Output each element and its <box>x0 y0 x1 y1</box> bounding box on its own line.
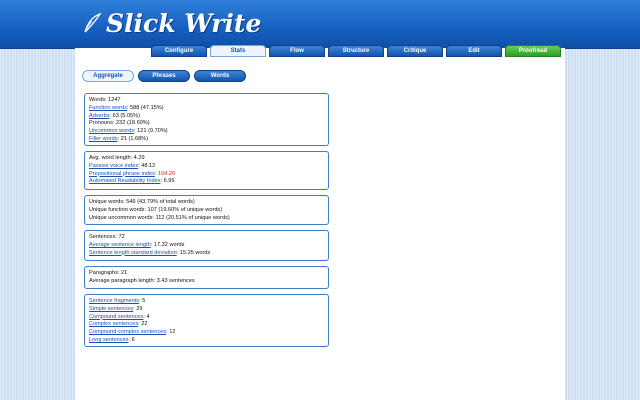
tab-structure[interactable]: Structure <box>328 45 384 57</box>
compound-complex-row: Compound-complex sentences: 12 <box>89 329 176 336</box>
adverbs-row: Adverbs: 63 (5.05%) <box>89 112 141 119</box>
tab-stats[interactable]: Stats <box>210 45 266 57</box>
function-words-link[interactable]: Function words <box>89 105 127 111</box>
prepositional-row: Prepositional phrase index: 104.20 <box>89 171 324 179</box>
prepositional-value: : 104.20 <box>154 170 176 177</box>
sentence-stats-box: Sentences: 72 Average sentence length: 1… <box>84 230 329 261</box>
ari-link[interactable]: Automated Readability Index <box>89 178 161 184</box>
ari-row: Automated Readability Index: 6.99 <box>89 178 175 185</box>
tab-critique[interactable]: Critique <box>387 45 443 57</box>
subtab-words[interactable]: Words <box>194 70 246 82</box>
app-header: Slick Write <box>0 0 640 49</box>
filler-words-row: Filler words: 21 (1.68%) <box>89 135 149 142</box>
filler-words-link[interactable]: Filler words <box>89 136 118 142</box>
prepositional-link[interactable]: Prepositional phrase index <box>89 171 155 177</box>
avg-word-length: Avg. word length: 4.29 <box>89 155 145 161</box>
uncommon-words-link[interactable]: Uncommon words <box>89 128 134 134</box>
unique-words: Unique words: 546 (43.79% of total words… <box>89 199 195 205</box>
unique-uncommon-words: Unique uncommon words: 112 (20.51% of un… <box>89 214 230 221</box>
words-count: Words: 1247 <box>89 97 121 103</box>
compound-complex-link[interactable]: Compound-complex sentences <box>89 329 166 335</box>
word-stats-box: Words: 1247 Function words: 588 (47.15%)… <box>84 93 329 146</box>
complex-link[interactable]: Complex sentences <box>89 321 138 327</box>
long-link[interactable]: Long sentences <box>89 337 129 343</box>
main-tab-bar: Configure Stats Flow Structure Critique … <box>151 45 561 58</box>
app-title: Slick Write <box>106 8 262 38</box>
avg-paragraph-length: Average paragraph length: 3.43 sentences <box>89 277 195 284</box>
fragments-link[interactable]: Sentence fragments <box>89 298 139 304</box>
sentence-types-box: Sentence fragments: 5 Simple sentences: … <box>84 294 329 347</box>
adverbs-link[interactable]: Adverbs <box>89 113 110 119</box>
readability-box: Avg. word length: 4.29 Passive voice ind… <box>84 151 329 190</box>
sentences-count: Sentences: 72 <box>89 234 125 240</box>
function-words-row: Function words: 588 (47.15%) <box>89 104 164 111</box>
tab-proofread[interactable]: Proofread <box>505 45 561 57</box>
avg-sentence-row: Average sentence length: 17.32 words <box>89 241 185 248</box>
sub-tab-bar: Aggregate Phrases Words <box>82 70 246 82</box>
passive-voice-link[interactable]: Passive voice index <box>89 163 138 169</box>
simple-link[interactable]: Simple sentences <box>89 306 133 312</box>
paragraph-stats-box: Paragraphs: 21 Average paragraph length:… <box>84 266 329 289</box>
unique-words-box: Unique words: 546 (43.79% of total words… <box>84 195 329 225</box>
passive-voice-row: Passive voice index: 48.12 <box>89 162 156 169</box>
paragraphs-count: Paragraphs: 21 <box>89 270 128 276</box>
tab-edit[interactable]: Edit <box>446 45 502 57</box>
subtab-phrases[interactable]: Phrases <box>138 70 190 82</box>
sentence-sd-row: Sentence length standard deviation: 15.2… <box>89 249 211 256</box>
subtab-aggregate[interactable]: Aggregate <box>82 70 134 82</box>
compound-link[interactable]: Compound sentences <box>89 314 143 320</box>
complex-row: Complex sentences: 22 <box>89 321 148 328</box>
tab-flow[interactable]: Flow <box>269 45 325 57</box>
simple-row: Simple sentences: 29 <box>89 305 143 312</box>
fragments-row: Sentence fragments: 5 <box>89 298 146 304</box>
logo[interactable]: Slick Write <box>82 6 261 40</box>
avg-sentence-link[interactable]: Average sentence length <box>89 242 151 248</box>
unique-function-words: Unique function words: 107 (19.60% of un… <box>89 206 223 213</box>
tab-configure[interactable]: Configure <box>151 45 207 57</box>
pronouns-count: Pronouns: 232 (18.60%) <box>89 120 150 127</box>
long-row: Long sentences: 6 <box>89 336 135 343</box>
sentence-sd-link[interactable]: Sentence length standard deviation <box>89 250 177 256</box>
uncommon-words-row: Uncommon words: 121 (9.70%) <box>89 128 168 135</box>
compound-row: Compound sentences: 4 <box>89 313 150 320</box>
quill-pen-icon <box>84 12 102 33</box>
